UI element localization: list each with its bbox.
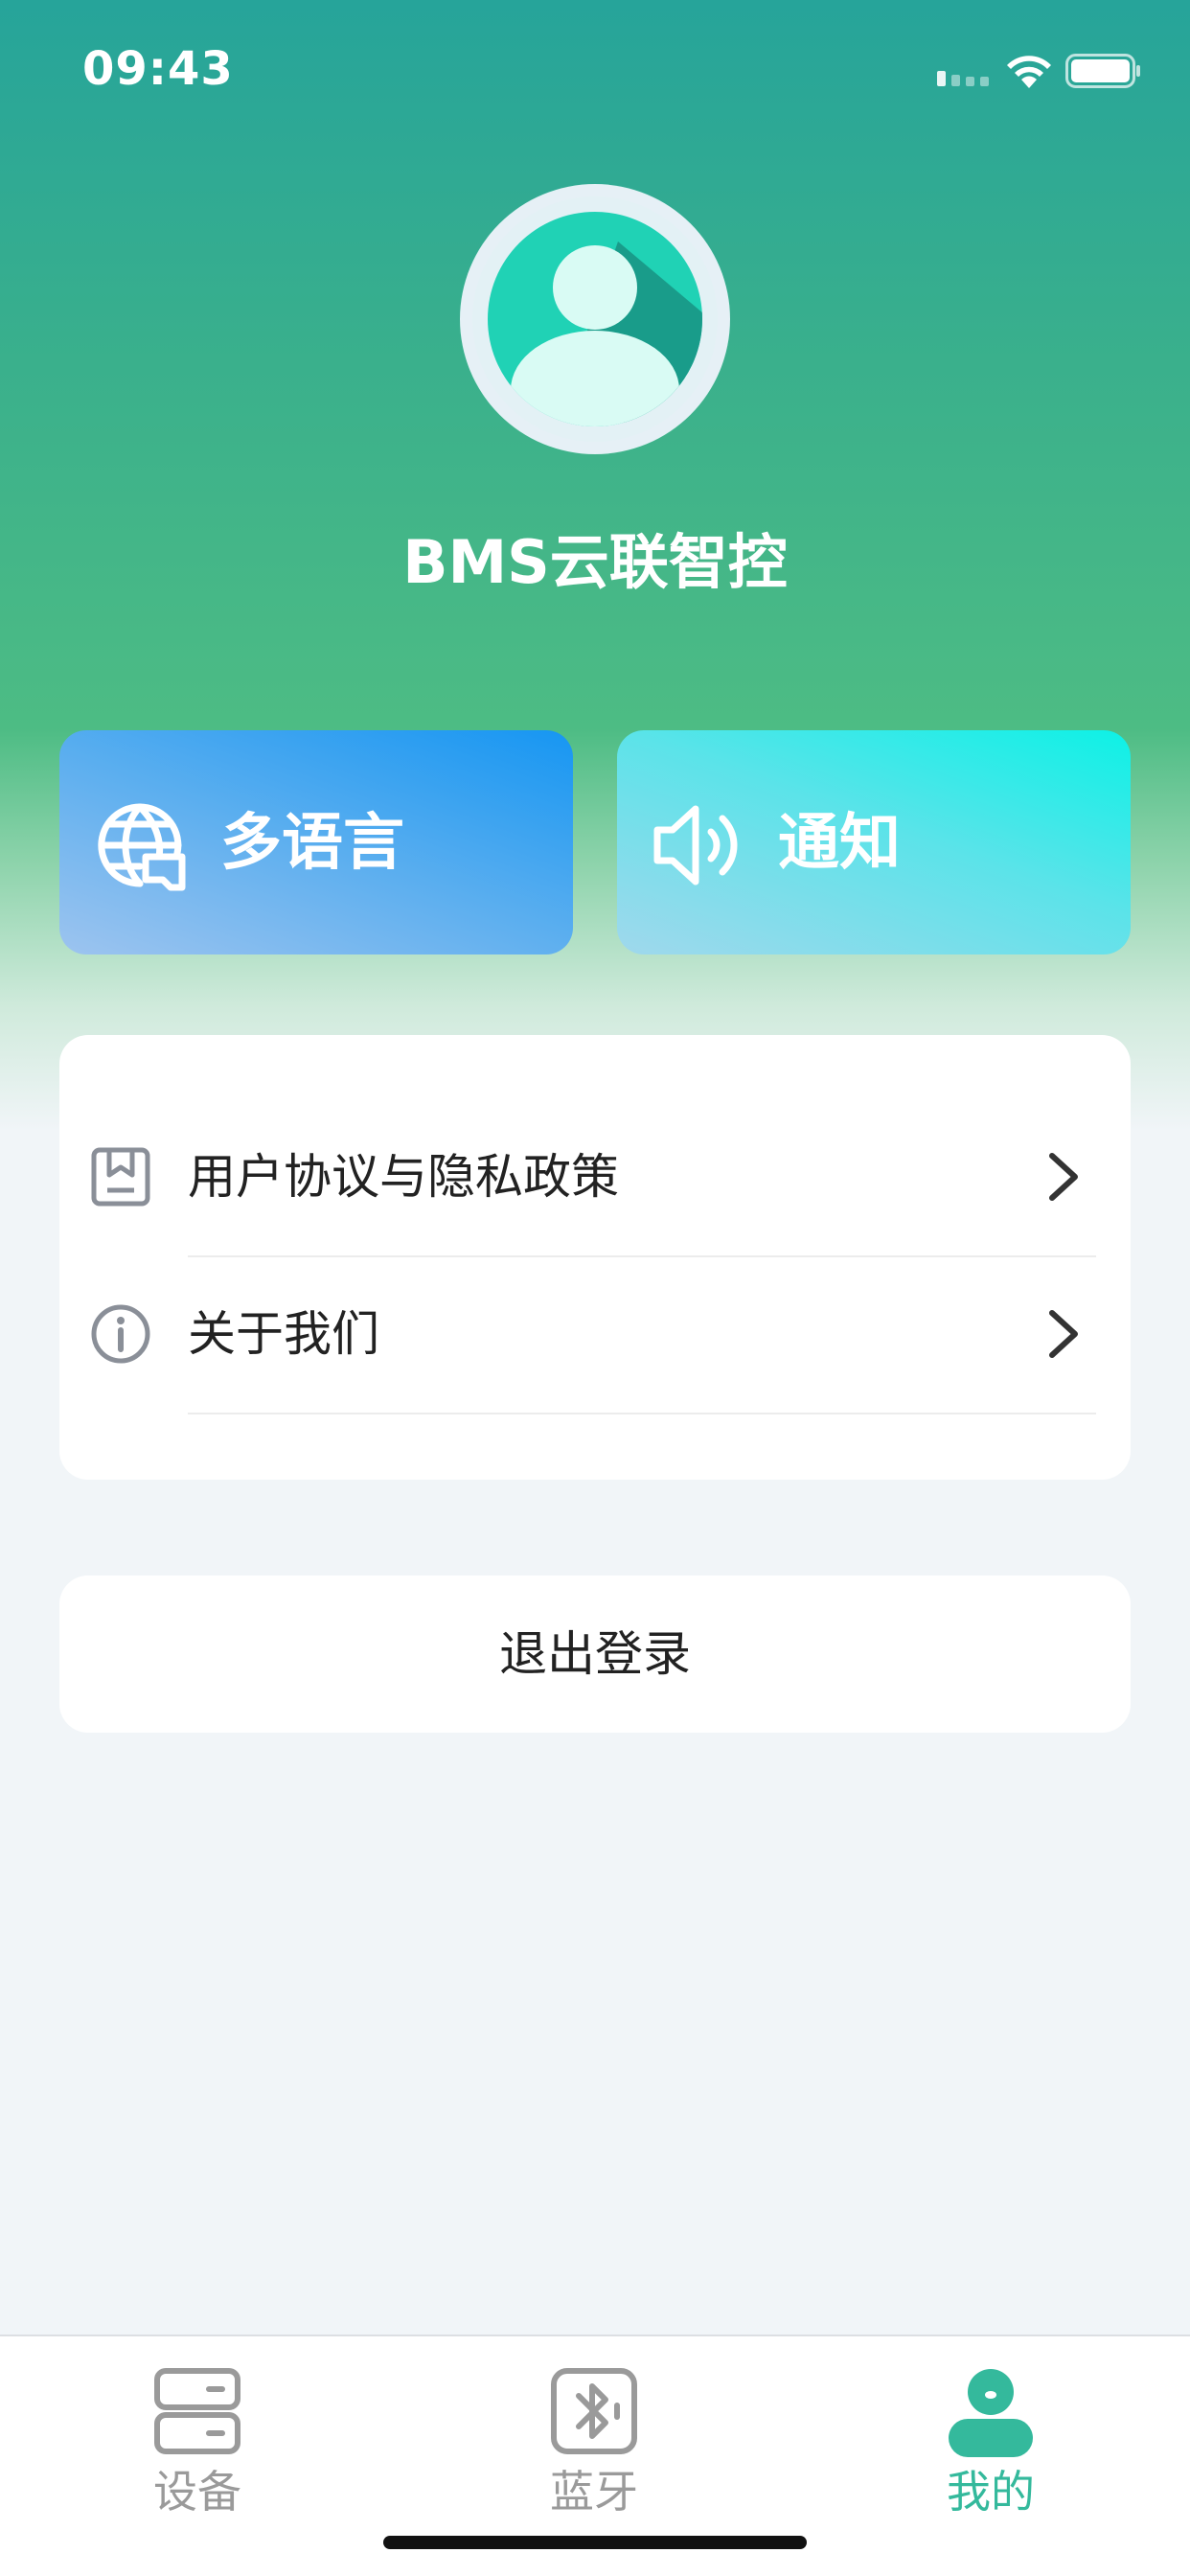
tab-devices[interactable]: 设备 [54,2336,341,2528]
user-icon [949,2369,1033,2457]
user-avatar-icon [461,185,729,453]
chevron-right-icon [1049,1153,1078,1201]
tab-label: 我的 [947,2466,1035,2518]
notice-card[interactable]: 通知 [617,730,1131,954]
speaker-icon [653,805,738,886]
menu-card: 用户协议与隐私政策 关于我们 [59,1035,1131,1480]
notice-label: 通知 [778,808,901,879]
logout-button[interactable]: 退出登录 [59,1576,1131,1733]
status-time: 09:43 [82,42,234,96]
tab-mine[interactable]: 我的 [847,2336,1134,2528]
menu-item-user-agreement[interactable]: 用户协议与隐私政策 [59,1098,1131,1255]
menu-divider [188,1413,1096,1414]
tab-bluetooth[interactable]: 蓝牙 [450,2336,738,2528]
tab-label: 蓝牙 [550,2466,638,2518]
language-label: 多语言 [220,808,404,879]
wifi-icon [1007,56,1051,88]
tab-label: 设备 [153,2466,241,2518]
bluetooth-icon [551,2368,637,2454]
menu-item-label: 关于我们 [188,1306,379,1362]
devices-icon [154,2368,240,2454]
document-icon [91,1147,150,1207]
menu-item-about-us[interactable]: 关于我们 [59,1255,1131,1413]
cellular-signal-icon [937,71,989,86]
menu-item-label: 用户协议与隐私政策 [188,1149,619,1205]
app-title: BMS云联智控 [402,527,788,597]
avatar[interactable] [460,184,730,454]
home-indicator [383,2536,807,2549]
status-bar: 09:43 [0,0,1190,134]
globe-icon [98,803,186,891]
chevron-right-icon [1049,1310,1078,1358]
language-card[interactable]: 多语言 [59,730,573,954]
info-icon [91,1304,150,1364]
battery-icon [1065,54,1140,88]
